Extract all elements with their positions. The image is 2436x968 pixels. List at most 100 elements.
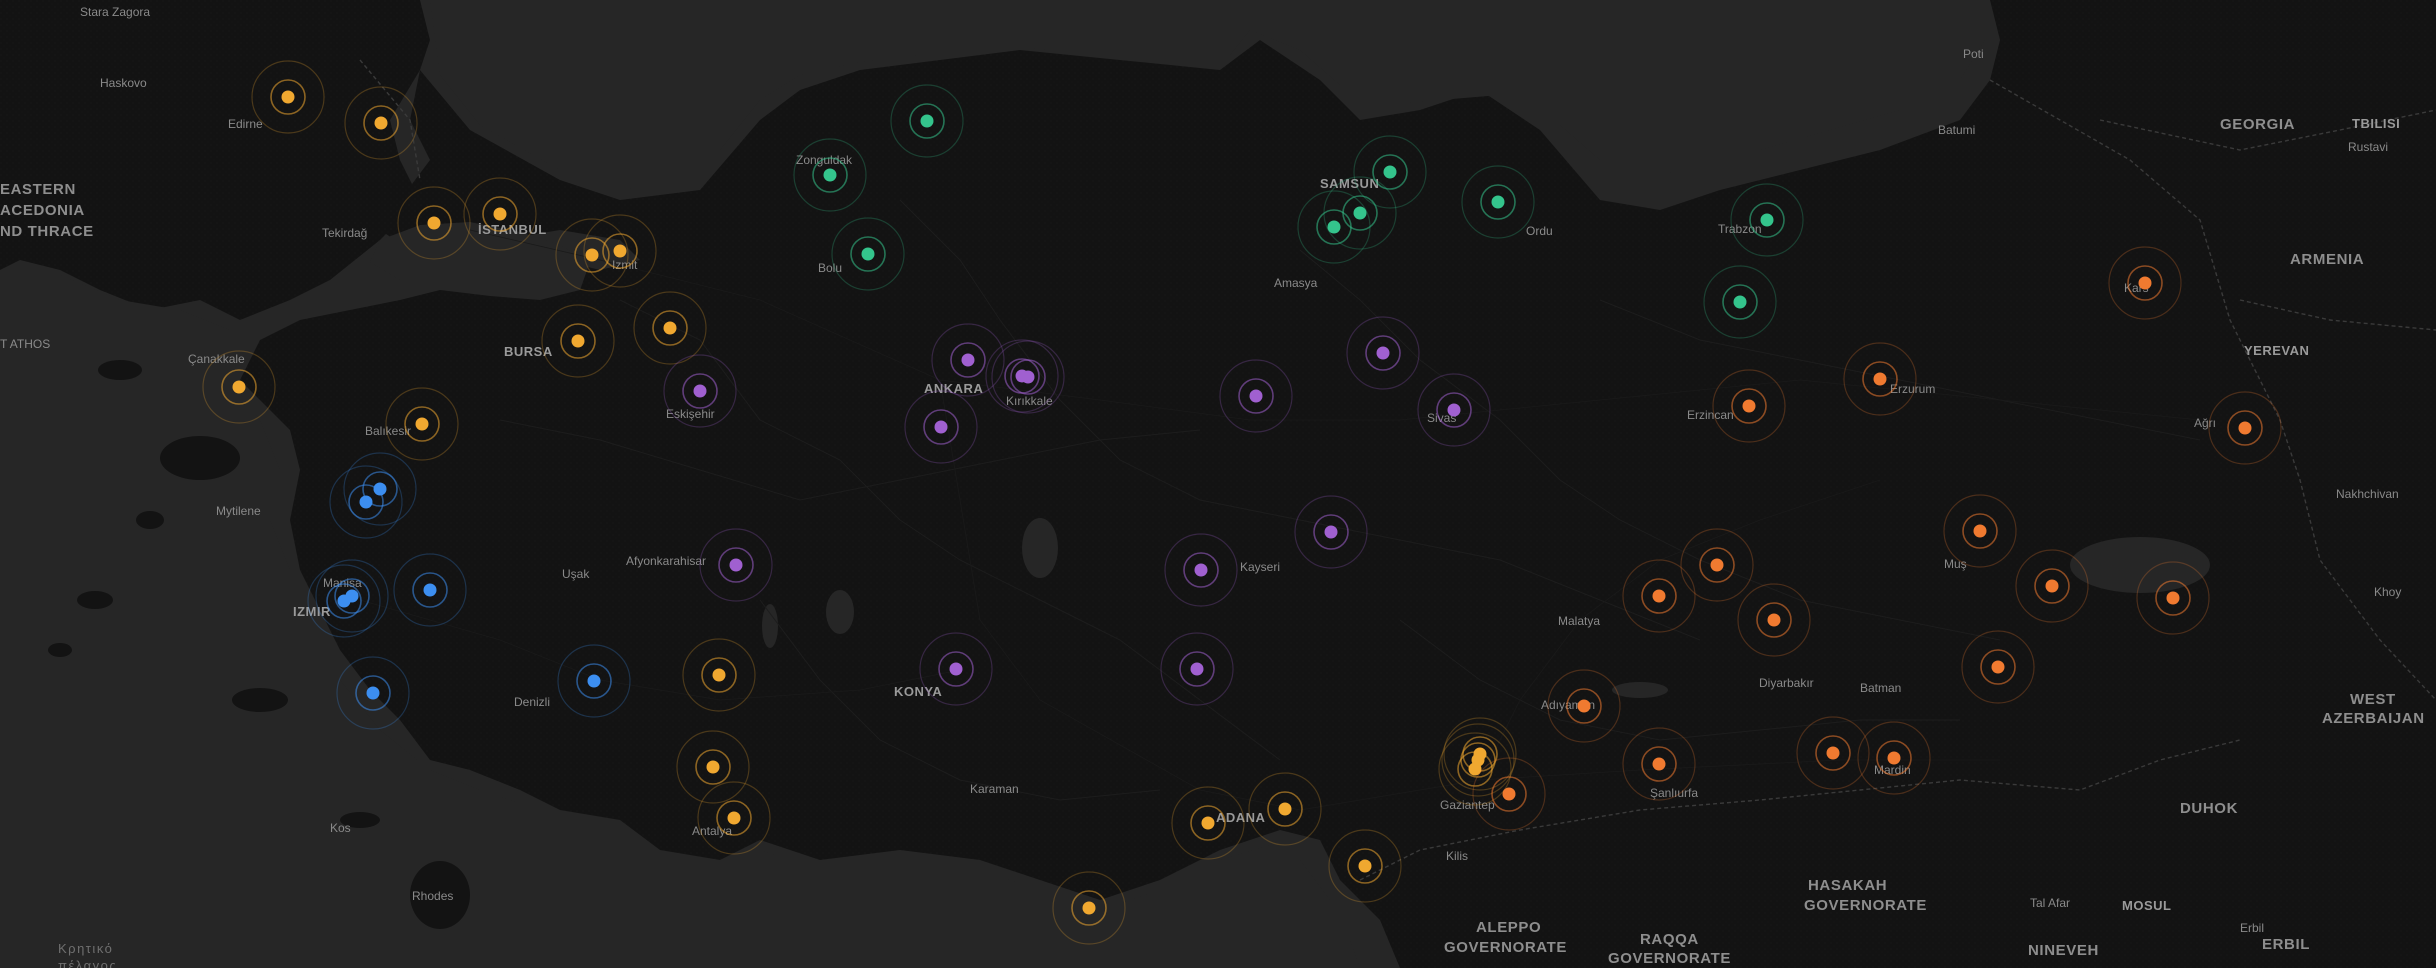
map-label: Erbil [2240, 921, 2264, 935]
marker-dot[interactable] [1376, 346, 1390, 360]
marker-dot[interactable] [1577, 699, 1591, 713]
map-label: Uşak [562, 567, 590, 581]
marker-dot[interactable] [727, 811, 741, 825]
marker-dot[interactable] [585, 248, 599, 262]
map-label: Stara Zagora [80, 5, 150, 19]
marker-dot[interactable] [1652, 757, 1666, 771]
map-label: Muş [1944, 557, 1967, 571]
marker-dot[interactable] [337, 594, 351, 608]
map-label: Karaman [970, 782, 1019, 796]
map-label: GOVERNORATE [1608, 950, 1731, 967]
marker-dot[interactable] [1991, 660, 2005, 674]
marker-dot[interactable] [423, 583, 437, 597]
map-label: Κρητικό [58, 941, 113, 956]
marker-dot[interactable] [1190, 662, 1204, 676]
map-label: NINEVEH [2028, 942, 2099, 959]
marker-dot[interactable] [1887, 751, 1901, 765]
marker-dot[interactable] [366, 686, 380, 700]
marker-dot[interactable] [1502, 787, 1516, 801]
map-label: HASAKAH [1808, 877, 1887, 894]
marker-dot[interactable] [2238, 421, 2252, 435]
marker-dot[interactable] [861, 247, 875, 261]
marker-dot[interactable] [1742, 399, 1756, 413]
marker-dot[interactable] [823, 168, 837, 182]
map-label: Afyonkarahisar [626, 554, 706, 568]
map-label: RAQQA [1640, 931, 1699, 948]
marker-dot[interactable] [1733, 295, 1747, 309]
map-label: DUHOK [2180, 800, 2238, 817]
map-label: Kayseri [1240, 560, 1280, 574]
marker-dot[interactable] [1873, 372, 1887, 386]
marker-dot[interactable] [961, 353, 975, 367]
marker-dot[interactable] [920, 114, 934, 128]
marker-dot[interactable] [1826, 746, 1840, 760]
map-view[interactable]: Stara Zagora Haskovo Edirne EASTERN ACEDONIA… [0, 0, 2436, 968]
marker-dot[interactable] [1760, 213, 1774, 227]
map-label: Denizli [514, 695, 550, 709]
marker-dot[interactable] [693, 384, 707, 398]
marker-dot[interactable] [374, 116, 388, 130]
marker-dot[interactable] [1327, 220, 1341, 234]
marker-dot[interactable] [1447, 403, 1461, 417]
map-label: Antalya [692, 824, 732, 838]
map-label: Kos [330, 821, 351, 835]
map-label: Edirne [228, 117, 263, 131]
map-label: Rustavi [2348, 140, 2388, 154]
marker-dot[interactable] [1358, 859, 1372, 873]
marker-dot[interactable] [1194, 563, 1208, 577]
marker-dot[interactable] [1249, 389, 1263, 403]
map-label: KONYA [894, 684, 942, 699]
lake-egirdir [762, 604, 778, 648]
map-label: Gaziantep [1440, 798, 1495, 812]
marker-dot[interactable] [729, 558, 743, 572]
marker-dot[interactable] [1278, 802, 1292, 816]
map-label: GEORGIA [2220, 116, 2295, 133]
marker-dot[interactable] [613, 244, 627, 258]
marker-dot[interactable] [706, 760, 720, 774]
marker-dot[interactable] [1652, 589, 1666, 603]
marker-dot[interactable] [934, 420, 948, 434]
marker-dot[interactable] [2045, 579, 2059, 593]
marker-dot[interactable] [2138, 276, 2152, 290]
marker-dot[interactable] [712, 668, 726, 682]
map-label: ND THRACE [0, 223, 94, 240]
map-label: πέλαγος [58, 958, 117, 968]
map-label: ALEPPO [1476, 919, 1541, 936]
marker-dot[interactable] [571, 334, 585, 348]
map-label: Trabzon [1718, 222, 1762, 236]
map-label: Ağrı [2194, 416, 2216, 430]
map-label: İSTANBUL [478, 222, 547, 237]
marker-dot[interactable] [415, 417, 429, 431]
map-label: Ordu [1526, 224, 1553, 238]
map-label: T ATHOS [0, 337, 50, 351]
map-label: TBILISI [2352, 116, 2400, 131]
marker-dot[interactable] [587, 674, 601, 688]
marker-dot[interactable] [1491, 195, 1505, 209]
marker-dot[interactable] [427, 216, 441, 230]
map-label: WEST [2350, 691, 2396, 708]
marker-dot[interactable] [1082, 901, 1096, 915]
map-label: GOVERNORATE [1804, 897, 1927, 914]
marker-dot[interactable] [281, 90, 295, 104]
marker-dot[interactable] [1383, 165, 1397, 179]
marker-dot[interactable] [663, 321, 677, 335]
marker-dot[interactable] [232, 380, 246, 394]
map-label: GOVERNORATE [1444, 939, 1567, 956]
map-label: YEREVAN [2244, 343, 2309, 358]
marker-dot[interactable] [359, 495, 373, 509]
marker-dot[interactable] [1324, 525, 1338, 539]
marker-dot[interactable] [493, 207, 507, 221]
map-label: EASTERN [0, 181, 76, 198]
marker-dot[interactable] [1201, 816, 1215, 830]
map-label: Batman [1860, 681, 1901, 695]
map-label: Diyarbakır [1759, 676, 1814, 690]
marker-dot[interactable] [1710, 558, 1724, 572]
marker-dot[interactable] [949, 662, 963, 676]
marker-dot[interactable] [1767, 613, 1781, 627]
map-label: Kırıkkale [1006, 394, 1053, 408]
marker-dot[interactable] [2166, 591, 2180, 605]
map-label: Rhodes [412, 889, 453, 903]
marker-dot[interactable] [1973, 524, 1987, 538]
marker-dot[interactable] [1021, 370, 1035, 384]
map-canvas[interactable]: Stara Zagora Haskovo Edirne EASTERN ACEDONIA… [0, 0, 2436, 968]
